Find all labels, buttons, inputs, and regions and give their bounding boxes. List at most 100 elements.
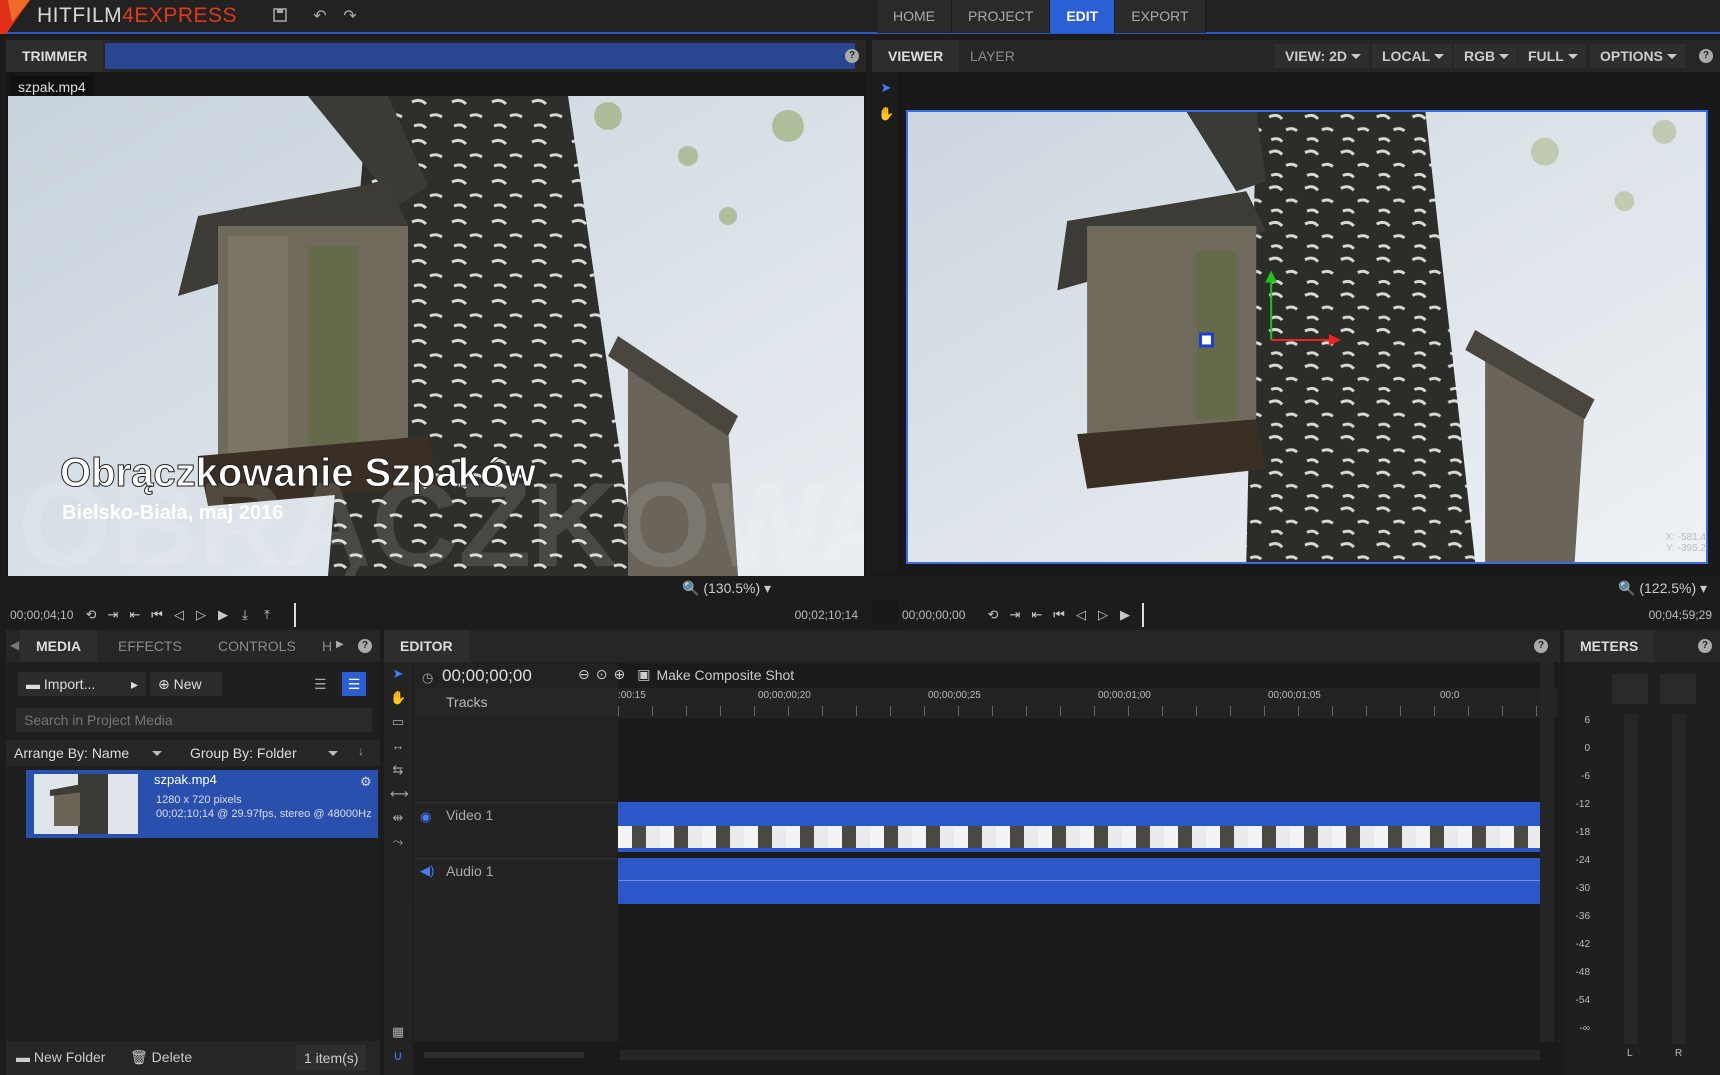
- help-icon[interactable]: ?: [1534, 639, 1548, 653]
- timeline-vertical-scrollbar[interactable]: [1540, 662, 1554, 1042]
- meter-scale-label: -36: [1575, 911, 1590, 922]
- ruler-label: 00;00;01;00: [1098, 690, 1151, 701]
- go-start-icon[interactable]: ⏮: [146, 607, 168, 623]
- tab-scroll-right-icon[interactable]: ▶: [336, 639, 344, 650]
- media-item[interactable]: szpak.mp4 1280 x 720 pixels 00;02;10;14 …: [26, 770, 378, 838]
- tab-media[interactable]: MEDIA: [20, 630, 98, 662]
- viewer-zoom[interactable]: 🔍 (122.5%) ▾: [1618, 576, 1707, 600]
- tab-project[interactable]: PROJECT: [952, 0, 1051, 33]
- hand-tool-icon[interactable]: ✋: [390, 690, 406, 706]
- tab-controls[interactable]: CONTROLS: [202, 630, 312, 662]
- mark-in-icon[interactable]: ⇥: [1004, 607, 1026, 623]
- new-button[interactable]: ⊕ New: [150, 672, 222, 696]
- trimmer-zoom[interactable]: 🔍 (130.5%) ▾: [682, 576, 771, 600]
- hand-tool-icon[interactable]: ✋: [878, 106, 894, 122]
- slide-tool-icon[interactable]: ⇆: [390, 762, 406, 778]
- ruler-label: 00;00;01;05: [1268, 690, 1321, 701]
- undo-icon[interactable]: ↶: [310, 7, 330, 27]
- left-peak-indicator: [1612, 674, 1648, 704]
- media-header: ◀ MEDIA EFFECTS CONTROLS H ▶ ?: [6, 630, 380, 662]
- slice-tool-icon[interactable]: ▭: [390, 714, 406, 730]
- select-tool-icon[interactable]: ➤: [878, 80, 894, 96]
- folder-icon: ▬: [26, 676, 40, 692]
- overlay-icon[interactable]: ⤒: [256, 607, 278, 623]
- tab-layer[interactable]: LAYER: [954, 40, 1031, 72]
- marker-icon[interactable]: ⊙: [596, 666, 608, 683]
- eye-icon[interactable]: ◉: [420, 809, 431, 825]
- right-channel-label: R: [1675, 1048, 1683, 1059]
- step-back-icon[interactable]: ◁: [1070, 607, 1092, 623]
- trimmer-title-overlay: Obrączkowanie Szpaków: [60, 451, 537, 495]
- step-forward-icon[interactable]: ▷: [1092, 607, 1114, 623]
- roll-tool-icon[interactable]: ⇹: [390, 810, 406, 826]
- trimmer-playhead[interactable]: [294, 603, 296, 627]
- tab-effects[interactable]: EFFECTS: [102, 630, 198, 662]
- new-folder-button[interactable]: ▬ New Folder: [16, 1049, 105, 1065]
- help-icon[interactable]: ?: [358, 639, 372, 653]
- tab-viewer[interactable]: VIEWER: [872, 40, 960, 72]
- workspace-tabs: HOME PROJECT EDIT EXPORT: [877, 0, 1206, 33]
- delete-button[interactable]: 🗑 Delete: [130, 1049, 192, 1066]
- help-icon[interactable]: ?: [845, 49, 859, 63]
- group-by-dropdown[interactable]: Group By: Folder: [184, 741, 344, 765]
- tab-edit[interactable]: EDIT: [1050, 0, 1116, 33]
- help-icon[interactable]: ?: [1698, 639, 1712, 653]
- rate-stretch-tool-icon[interactable]: ⤳: [390, 834, 406, 850]
- quality-dropdown[interactable]: FULL: [1518, 44, 1586, 68]
- audio-track-header[interactable]: ◀) Audio 1: [414, 858, 618, 902]
- gear-icon[interactable]: ⚙: [360, 774, 372, 790]
- media-search-input[interactable]: Search in Project Media: [16, 708, 372, 732]
- space-dropdown[interactable]: LOCAL: [1372, 44, 1453, 68]
- audio-clip[interactable]: [618, 858, 1540, 904]
- slip-tool-icon[interactable]: ↔: [390, 738, 406, 754]
- tab-editor[interactable]: EDITOR: [384, 630, 469, 662]
- view-mode-dropdown[interactable]: VIEW: 2D: [1275, 44, 1369, 68]
- play-icon[interactable]: ▶: [1114, 607, 1136, 623]
- import-button[interactable]: ▬ Import... ▸: [18, 672, 146, 696]
- mark-out-icon[interactable]: ⇤: [124, 607, 146, 623]
- tab-meters[interactable]: METERS: [1564, 630, 1655, 662]
- timeline-area[interactable]: ⊖ ⊙ ⊕ ▣ Make Composite Shot :00:15 00;00…: [578, 662, 1558, 1042]
- tab-scroll-left-icon[interactable]: ◀: [10, 638, 19, 652]
- list-view-icon[interactable]: ☰: [314, 676, 327, 693]
- detail-view-icon[interactable]: ☰: [342, 672, 366, 696]
- speaker-icon[interactable]: ◀): [420, 863, 434, 879]
- timeline-zoom-slider[interactable]: [424, 1052, 584, 1058]
- timeline-ruler[interactable]: :00:15 00;00;00;20 00;00;00;25 00;00;01;…: [618, 688, 1558, 718]
- make-composite-shot-button[interactable]: Make Composite Shot: [656, 667, 794, 683]
- arrange-by-dropdown[interactable]: Arrange By: Name: [8, 741, 168, 765]
- meter-scale-label: -∞: [1579, 1023, 1590, 1034]
- options-dropdown[interactable]: OPTIONS: [1590, 44, 1686, 68]
- help-icon[interactable]: ?: [1699, 49, 1713, 63]
- select-tool-icon[interactable]: ➤: [390, 666, 406, 682]
- save-icon[interactable]: [270, 7, 290, 27]
- filmstrip-icon[interactable]: ▦: [390, 1024, 406, 1040]
- ripple-tool-icon[interactable]: ⟷: [390, 786, 409, 802]
- channel-dropdown[interactable]: RGB: [1454, 44, 1518, 68]
- previous-edit-icon[interactable]: ⊖: [578, 666, 590, 683]
- magnet-icon[interactable]: ∪: [390, 1048, 406, 1064]
- video-track-header[interactable]: ◉ Video 1: [414, 802, 618, 854]
- mark-out-icon[interactable]: ⇤: [1026, 607, 1048, 623]
- play-icon[interactable]: ▶: [212, 607, 234, 623]
- loop-icon[interactable]: ⟲: [80, 607, 102, 623]
- media-footer: ▬ New Folder 🗑 Delete 1 item(s): [6, 1041, 380, 1075]
- composite-shot-icon: ▣: [637, 666, 651, 682]
- trimmer-panel: TRIMMER ? szpak.mp4 OBRĄCZKOWANIE SZPAKÓ…: [6, 40, 866, 630]
- step-back-icon[interactable]: ◁: [168, 607, 190, 623]
- insert-icon[interactable]: ⤓: [234, 607, 256, 623]
- tab-home[interactable]: HOME: [877, 0, 952, 33]
- editor-timecode[interactable]: 00;00;00;00: [442, 666, 532, 686]
- step-forward-icon[interactable]: ▷: [190, 607, 212, 623]
- go-start-icon[interactable]: ⏮: [1048, 607, 1070, 623]
- loop-icon[interactable]: ⟲: [982, 607, 1004, 623]
- mark-in-icon[interactable]: ⇥: [102, 607, 124, 623]
- tab-export[interactable]: EXPORT: [1115, 0, 1206, 33]
- viewer-playhead[interactable]: [1142, 603, 1144, 627]
- next-edit-icon[interactable]: ⊕: [613, 666, 625, 683]
- redo-icon[interactable]: ↷: [340, 7, 360, 27]
- tab-trimmer[interactable]: TRIMMER: [6, 40, 104, 72]
- sort-order-icon[interactable]: ↓: [358, 744, 364, 758]
- video-clip[interactable]: [618, 802, 1540, 852]
- timeline-horizontal-scrollbar[interactable]: [620, 1050, 1540, 1060]
